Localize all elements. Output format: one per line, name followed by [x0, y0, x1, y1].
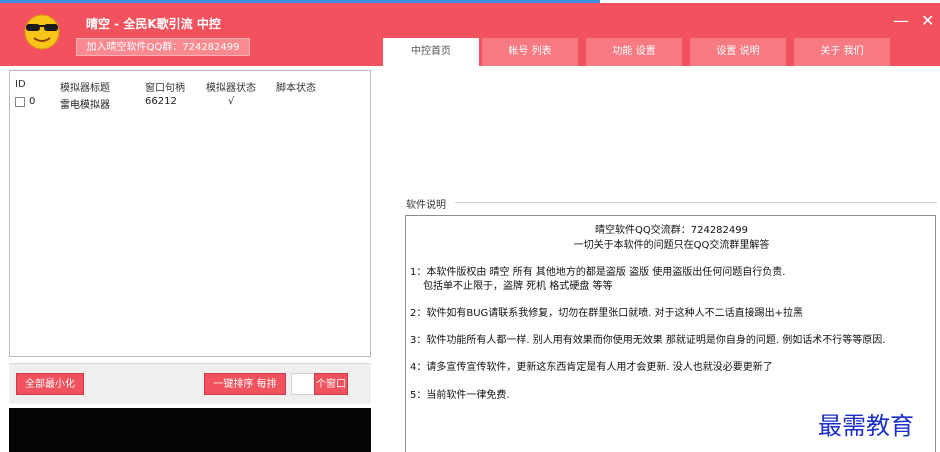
row-title: 雷电模拟器: [60, 100, 110, 111]
tab-feature-settings[interactable]: 功能 设置: [586, 38, 682, 66]
watermark-text: 最需教育: [818, 412, 914, 440]
tab-about[interactable]: 关于 我们: [794, 38, 890, 66]
info-line-4: 4：请多宣传宣传软件，更新这东西肯定是有人用才会更新. 没人也就没必要更新了: [410, 362, 773, 373]
info-line-support: 一切关于本软件的问题只在QQ交流群里解答: [573, 240, 770, 251]
log-area: [9, 408, 371, 452]
sunglasses-smiley-icon: [24, 14, 60, 50]
column-header-script-status: 脚本状态: [276, 83, 316, 94]
info-line-5: 5：当前软件一律免费.: [410, 390, 510, 401]
qq-group-button[interactable]: 加入晴空软件QQ群：724282499: [76, 38, 250, 56]
column-header-id: ID: [15, 79, 26, 90]
per-window-button[interactable]: 个窗口: [314, 373, 348, 395]
row-id: 0: [29, 96, 36, 107]
info-line-3: 3：软件功能所有人都一样. 别人用有效果而你使用无效果 那就证明是你自身的问题.…: [410, 335, 886, 346]
emulator-list-panel: ID 模拟器标题 窗口句柄 模拟器状态 脚本状态 0 雷电模拟器 66212 √: [9, 70, 371, 357]
minimize-all-button[interactable]: 全部最小化: [16, 373, 84, 395]
action-bar: 全部最小化 一键排序 每排 个窗口: [9, 363, 371, 404]
info-line-2: 2：软件如有BUG请联系我修复，切勿在群里张口就喷. 对于这种人不二话直接踢出+…: [410, 308, 804, 319]
column-header-emu-status: 模拟器状态: [206, 83, 256, 94]
tab-account-list[interactable]: 帐号 列表: [482, 38, 578, 66]
column-header-handle: 窗口句柄: [145, 83, 185, 94]
info-line-1: 1：本软件版权由 晴空 所有 其他地方的都是盗版 盗版 使用盗版出任何问题自行负…: [410, 267, 786, 278]
column-header-title: 模拟器标题: [60, 83, 110, 94]
tab-home[interactable]: 中控首页: [383, 38, 479, 66]
row-emu-status: √: [228, 96, 235, 107]
close-icon[interactable]: ✕: [921, 13, 934, 29]
row-checkbox[interactable]: [15, 97, 25, 107]
info-line-qq: 晴空软件QQ交流群：724282499: [594, 225, 748, 236]
tab-settings-guide[interactable]: 设置 说明: [690, 38, 786, 66]
minimize-icon[interactable]: —: [893, 13, 909, 29]
software-info-label: 软件说明: [406, 200, 446, 211]
row-handle: 66212: [145, 96, 177, 107]
app-title: 晴空 - 全民K歌引流 中控: [86, 17, 221, 31]
info-line-1b: 包括单不止限于，盗牌 死机 格式硬盘 等等: [423, 281, 613, 292]
one-click-sort-button[interactable]: 一键排序 每排: [204, 373, 286, 395]
section-divider: [455, 202, 937, 203]
